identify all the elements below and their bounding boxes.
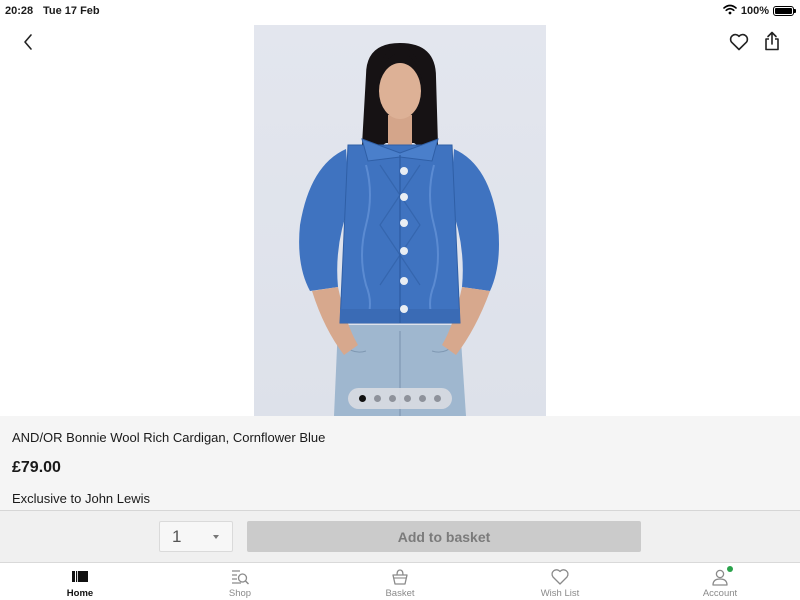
heart-icon (729, 33, 749, 51)
pager-dot[interactable] (419, 395, 426, 402)
tab-wish-list[interactable]: Wish List (480, 563, 640, 600)
tab-bar: Home Shop Basket Wish List Account (0, 562, 800, 600)
tab-label: Account (702, 588, 738, 599)
heart-icon (551, 569, 569, 585)
tab-label: Shop (228, 588, 252, 599)
tab-label: Basket (385, 588, 415, 599)
exclusive-label: Exclusive to John Lewis (12, 491, 151, 506)
pager-dot[interactable] (359, 395, 366, 402)
tab-account[interactable]: Account (640, 563, 800, 600)
add-to-basket-button[interactable]: Add to basket (247, 521, 641, 552)
status-indicators: 100% (723, 4, 796, 18)
share-icon (765, 31, 779, 51)
pager-dot[interactable] (389, 395, 396, 402)
notification-dot (727, 566, 733, 572)
chevron-down-icon (213, 535, 219, 539)
status-time: 20:28 (5, 5, 34, 17)
tab-label: Wish List (540, 588, 580, 599)
quantity-value: 1 (172, 527, 182, 546)
add-to-wishlist-button[interactable] (726, 30, 752, 54)
wifi-icon (723, 4, 737, 18)
purchase-bar: 1 Add to basket (0, 510, 800, 562)
home-icon (72, 571, 88, 582)
product-price: £79.00 (12, 459, 61, 476)
chevron-left-icon (24, 34, 32, 50)
product-info: AND/OR Bonnie Wool Rich Cardigan, Cornfl… (0, 416, 800, 510)
product-image[interactable] (254, 25, 546, 416)
battery-level (775, 8, 792, 14)
quantity-select[interactable]: 1 (159, 521, 233, 552)
status-bar: 20:28 Tue 17 Feb 100% (0, 0, 800, 24)
battery-percentage: 100% (740, 5, 769, 17)
back-button[interactable] (14, 30, 42, 54)
battery-icon (773, 6, 796, 16)
pager-dot[interactable] (374, 395, 381, 402)
image-pager[interactable] (348, 388, 452, 409)
share-button[interactable] (759, 28, 785, 54)
pager-dot[interactable] (434, 395, 441, 402)
basket-icon (392, 569, 408, 585)
tab-basket[interactable]: Basket (320, 563, 480, 600)
shop-search-icon (232, 570, 249, 585)
pager-dot[interactable] (404, 395, 411, 402)
tab-home[interactable]: Home (0, 563, 160, 600)
tab-shop[interactable]: Shop (160, 563, 320, 600)
product-name: AND/OR Bonnie Wool Rich Cardigan, Cornfl… (12, 430, 326, 445)
product-detail-screen: 20:28 Tue 17 Feb 100% AND/OR Bonnie Wool… (0, 0, 800, 600)
product-photo (299, 43, 499, 416)
status-date: Tue 17 Feb (43, 5, 100, 17)
tab-label: Home (66, 588, 94, 599)
